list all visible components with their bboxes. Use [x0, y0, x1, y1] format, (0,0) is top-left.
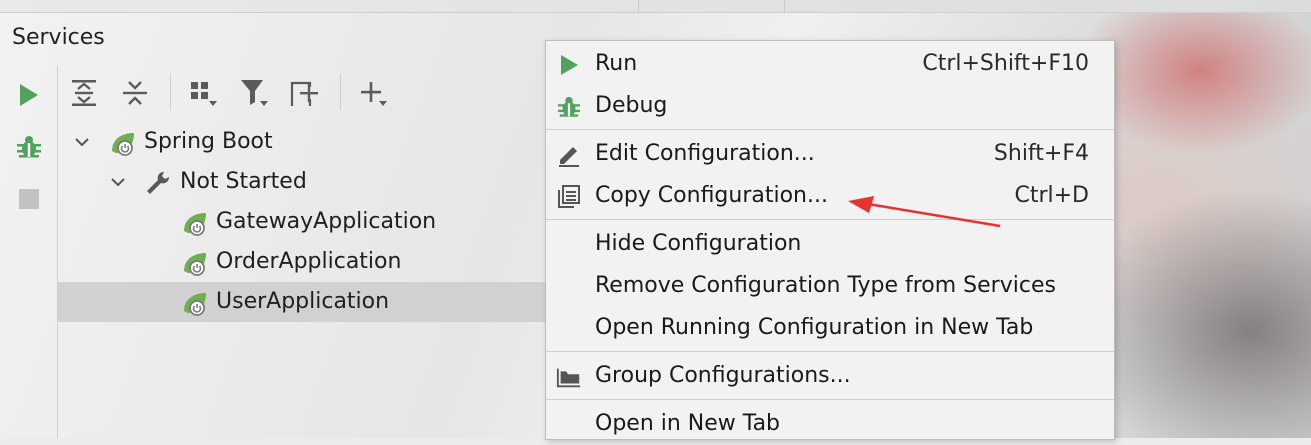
menu-item-remove-configuration-type[interactable]: Remove Configuration Type from Services — [546, 265, 1114, 307]
tree-node-app[interactable]: GatewayApplication — [58, 202, 548, 242]
menu-item-label: Edit Configuration... — [595, 141, 815, 166]
toolbar-separator — [170, 74, 171, 110]
menu-item-label: Hide Configuration — [595, 231, 802, 256]
debug-icon — [17, 136, 41, 158]
toolbar-separator — [340, 74, 341, 110]
menu-item-open-running-configuration[interactable]: Open Running Configuration in New Tab — [546, 307, 1114, 349]
run-button[interactable] — [14, 80, 44, 110]
menu-item-shortcut: Shift+F4 — [993, 141, 1089, 166]
menu-item-label: Group Configurations... — [595, 363, 851, 388]
tree-node-spring-boot[interactable]: Spring Boot — [58, 122, 548, 162]
add-service-button[interactable] — [357, 76, 391, 110]
new-tab-icon — [290, 81, 318, 106]
collapse-all-button[interactable] — [118, 76, 152, 110]
services-left-toolbar — [0, 66, 58, 438]
menu-item-label: Run — [595, 51, 638, 76]
tree-label: GatewayApplication — [216, 209, 437, 234]
tree-label: Spring Boot — [144, 129, 273, 154]
menu-item-group-configurations[interactable]: Group Configurations... — [546, 355, 1114, 397]
add-service-icon — [361, 82, 387, 106]
tree-label: Not Started — [180, 169, 307, 194]
services-top-toolbar — [58, 66, 548, 118]
filter-icon — [241, 80, 268, 106]
menu-item-open-in-new-tab[interactable]: Open in New Tab — [546, 403, 1114, 445]
run-icon — [20, 84, 38, 106]
menu-separator — [546, 129, 1114, 130]
editor-tab-strip — [0, 0, 1311, 13]
chevron-down-icon[interactable] — [110, 174, 126, 190]
folder-icon — [556, 364, 582, 390]
tab-divider — [784, 0, 785, 12]
spring-boot-app-icon — [184, 253, 206, 276]
expand-all-icon — [72, 80, 96, 106]
menu-item-label: Remove Configuration Type from Services — [595, 273, 1056, 298]
menu-item-label: Open in New Tab — [595, 411, 781, 436]
stop-button[interactable] — [14, 184, 44, 214]
debug-icon — [556, 94, 582, 120]
context-menu: Run Ctrl+Shift+F10 Debug Edit Configurat… — [545, 40, 1115, 440]
chevron-down-icon[interactable] — [74, 134, 90, 150]
menu-item-hide-configuration[interactable]: Hide Configuration — [546, 223, 1114, 265]
collapse-all-icon — [123, 81, 147, 105]
run-icon — [556, 52, 582, 78]
debug-button[interactable] — [14, 132, 44, 162]
spring-boot-app-icon — [184, 213, 206, 236]
menu-item-label: Copy Configuration... — [595, 183, 828, 208]
menu-item-shortcut: Ctrl+D — [1014, 183, 1089, 208]
tree-node-app-selected[interactable]: UserApplication — [58, 282, 548, 322]
services-tree: Spring Boot Not Started GatewayApplicati… — [58, 120, 548, 438]
copy-icon — [556, 184, 582, 210]
menu-item-label: Debug — [595, 93, 668, 118]
menu-item-label: Open Running Configuration in New Tab — [595, 315, 1034, 340]
menu-separator — [546, 219, 1114, 220]
stop-icon — [19, 189, 39, 209]
menu-item-run[interactable]: Run Ctrl+Shift+F10 — [546, 43, 1114, 85]
group-by-button[interactable] — [187, 76, 221, 110]
menu-item-debug[interactable]: Debug — [546, 85, 1114, 127]
menu-item-shortcut: Ctrl+Shift+F10 — [922, 51, 1089, 76]
filter-button[interactable] — [238, 76, 272, 110]
wrench-icon — [147, 171, 170, 194]
tree-label: UserApplication — [216, 289, 390, 314]
tree-label: OrderApplication — [216, 249, 402, 274]
menu-item-edit-configuration[interactable]: Edit Configuration... Shift+F4 — [546, 133, 1114, 175]
group-by-icon — [191, 82, 217, 106]
tree-node-not-started[interactable]: Not Started — [58, 162, 548, 202]
expand-all-button[interactable] — [67, 76, 101, 110]
spring-boot-app-icon — [184, 293, 206, 316]
menu-item-copy-configuration[interactable]: Copy Configuration... Ctrl+D — [546, 175, 1114, 217]
tree-node-app[interactable]: OrderApplication — [58, 242, 548, 282]
spring-boot-icon — [112, 133, 134, 156]
open-in-new-tab-button[interactable] — [288, 76, 322, 110]
tab-divider — [638, 0, 639, 12]
pencil-icon — [556, 142, 582, 168]
services-panel-title: Services — [12, 25, 105, 50]
menu-separator — [546, 399, 1114, 400]
menu-separator — [546, 351, 1114, 352]
